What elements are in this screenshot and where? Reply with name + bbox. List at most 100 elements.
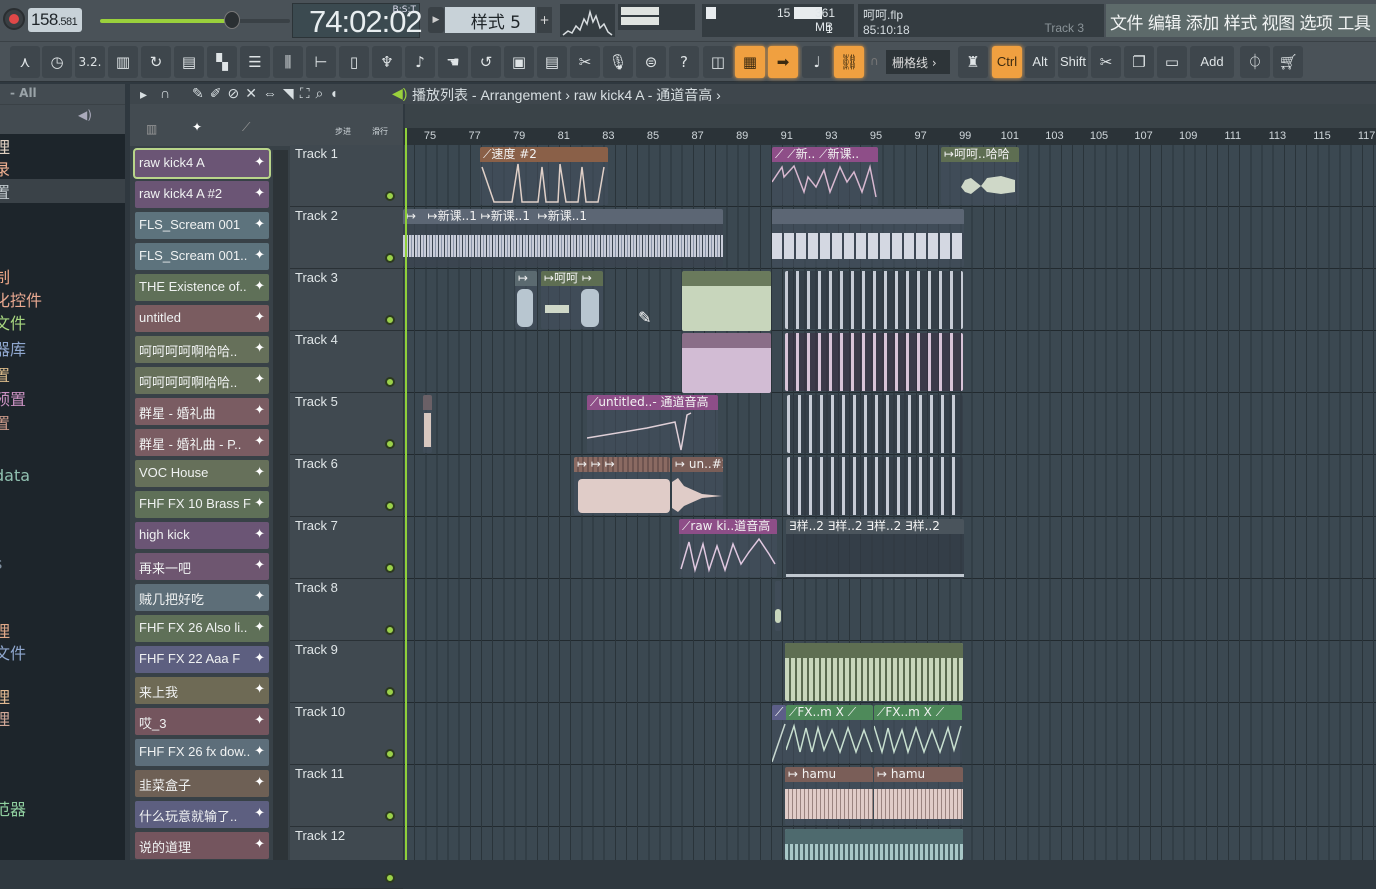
browser-icon[interactable]: ⊢ <box>306 46 336 78</box>
browser-item[interactable]: 制 <box>0 264 10 288</box>
clip-audio[interactable]: ↦呵呵 ↦ <box>541 271 603 329</box>
speaker-icon[interactable]: ◀) <box>78 108 92 122</box>
browser-item[interactable]: 化控件 <box>0 287 42 311</box>
browser-item[interactable]: 文件 <box>0 310 26 334</box>
track-header[interactable]: Track 10 <box>290 703 403 765</box>
channel-button[interactable]: 群星 - 婚礼曲 - P.. ✦ <box>135 429 269 456</box>
browser-item[interactable]: 器库 <box>0 336 26 360</box>
timeline-ruler[interactable]: 75 77 79 81 83 85 87 89 91 93 95 97 99 101 103 105 107 10… <box>403 128 1376 145</box>
channel-button[interactable]: FHF FX 26 Also li.. ✦ <box>135 615 269 642</box>
track-header[interactable]: Track 12 <box>290 827 403 889</box>
track-header[interactable]: Track 6 <box>290 455 403 517</box>
browser-item[interactable]: 置 <box>0 410 10 434</box>
snap-selector[interactable]: 栅格线 › <box>886 50 950 74</box>
master-volume-slider[interactable] <box>100 11 290 29</box>
link-icon[interactable]: ⛓ <box>834 46 864 78</box>
browser-item[interactable]: 范器 <box>0 796 26 820</box>
channel-button[interactable]: 呵呵呵呵啊哈哈.. ✦ <box>135 367 269 394</box>
snap-line-icon[interactable]: ⏀ <box>1240 46 1270 78</box>
channel-button[interactable]: FHF FX 22 Aaa F ✦ <box>135 646 269 673</box>
channel-button[interactable]: untitled ✦ <box>135 305 269 332</box>
browser-item[interactable]: 置 <box>0 362 10 386</box>
channel-button[interactable]: 韭菜盒子 ✦ <box>135 770 269 797</box>
channel-button[interactable]: raw kick4 A ✦ <box>133 148 271 179</box>
playlist-overview-scrollbar[interactable] <box>405 104 1376 128</box>
layout-icon[interactable]: ◫ <box>703 46 733 78</box>
channel-rack-icon[interactable]: ☰ <box>240 46 270 78</box>
track-header[interactable]: Track 2 <box>290 207 403 269</box>
shift-button[interactable]: Shift <box>1058 46 1088 78</box>
track-header[interactable]: Track 1 <box>290 145 403 207</box>
pattern-selector[interactable]: 样式 5 <box>445 7 535 33</box>
play-arrow-icon[interactable]: ▸ <box>140 86 147 103</box>
tempo-field[interactable]: 158.581 <box>28 8 82 32</box>
clip-pattern[interactable]: ∃样..2 ∃样..2 ∃样..2 ∃样..2 <box>786 519 964 579</box>
channel-button[interactable]: 再来一吧 ✦ <box>135 553 269 580</box>
knob-icon[interactable]: ♜ <box>958 46 988 78</box>
touch-icon[interactable]: ☚ <box>438 46 468 78</box>
clip-audio[interactable]: ↦ ↦ ↦ <box>574 457 670 515</box>
record-button[interactable] <box>3 8 25 30</box>
magnet-icon[interactable]: ∩ <box>160 85 170 101</box>
browser-item[interactable]: 录 <box>0 156 10 180</box>
clip-audio[interactable] <box>423 395 432 453</box>
playlist-lanes[interactable]: ⟋速度 #2 ⟋ ⟋新.. ⟋新课.. ↦呵呵..哈哈 ↦ ↦新课..1 ↦新课… <box>403 145 1376 860</box>
track-enable-led[interactable] <box>385 501 395 511</box>
breadcrumb[interactable]: 播放列表 - Arrangement › raw kick4 A - 通道音高 … <box>412 85 721 105</box>
clip-automation[interactable]: ⟋raw ki..道音高 <box>679 519 777 577</box>
playlist-icon[interactable]: ▤ <box>174 46 204 78</box>
save-icon[interactable]: ▣ <box>504 46 534 78</box>
audio-tab-icon[interactable]: ✦ <box>192 120 202 134</box>
clip-audio[interactable] <box>787 395 963 453</box>
track-enable-led[interactable] <box>385 811 395 821</box>
playhead-marker[interactable] <box>405 128 407 860</box>
picker-scrollbar[interactable] <box>273 150 288 860</box>
slide-label[interactable]: 滑行 <box>372 126 388 137</box>
add-button[interactable]: Add <box>1190 46 1234 78</box>
slider-knob[interactable] <box>224 11 240 29</box>
plugin-icon[interactable]: ♆ <box>372 46 402 78</box>
track-enable-led[interactable] <box>385 625 395 635</box>
piano-icon[interactable]: ▦ <box>735 46 765 78</box>
clip-automation[interactable]: ⟋untitled..- 通道音高 <box>587 395 718 453</box>
playlist-tools-icons[interactable]: ✎✐⊘✕⇔◥⛶⌕◖ <box>192 85 344 102</box>
channel-button[interactable]: 哎_3 ✦ <box>135 708 269 735</box>
clip-audio[interactable] <box>775 581 781 631</box>
channel-button[interactable]: FHF FX 26 fx dow.. ✦ <box>135 739 269 766</box>
channel-button[interactable]: 呵呵呵呵啊哈哈.. ✦ <box>135 336 269 363</box>
render-icon[interactable]: ▤ <box>537 46 567 78</box>
track-header[interactable]: Track 9 <box>290 641 403 703</box>
speaker-icon[interactable]: ◀) <box>392 85 407 102</box>
track-enable-led[interactable] <box>385 563 395 573</box>
track-header[interactable]: Track 8 <box>290 579 403 641</box>
mixer-icon[interactable]: ⫼ <box>273 46 303 78</box>
track-header[interactable]: Track 5 <box>290 393 403 455</box>
track-enable-led[interactable] <box>385 687 395 697</box>
clip-audio[interactable]: ↦ hamu <box>785 767 873 825</box>
track-enable-led[interactable] <box>385 439 395 449</box>
clip-automation[interactable]: ⟋FX..m X ⟋ <box>786 705 873 763</box>
mic-icon[interactable]: 🎙︎ <box>603 46 633 78</box>
ctrl-button[interactable]: Ctrl <box>992 46 1022 78</box>
channel-button[interactable]: 什么玩意就输了.. ✦ <box>135 801 269 828</box>
cut-icon[interactable]: ✂ <box>1091 46 1121 78</box>
browser-item[interactable]: data <box>0 466 30 485</box>
clip-audio[interactable]: ↦ <box>515 271 537 329</box>
track-enable-led[interactable] <box>385 749 395 759</box>
step-label[interactable]: 步进 <box>335 126 351 137</box>
help-icon[interactable]: ? <box>669 46 699 78</box>
browser-item[interactable]: 文件 <box>0 640 26 664</box>
channel-button[interactable]: raw kick4 A #2 ✦ <box>135 181 269 208</box>
pattern-arrow-icon[interactable]: ▶ <box>428 7 444 33</box>
channel-button[interactable]: THE Existence of.. ✦ <box>135 274 269 301</box>
countdown-icon[interactable]: 3.2. <box>75 46 105 78</box>
channel-button[interactable]: 贼几把好吃 ✦ <box>135 584 269 611</box>
browser-filter[interactable]: - All <box>0 84 125 104</box>
channel-button[interactable]: 说的道理 ✦ <box>135 832 269 859</box>
track-header[interactable]: Track 7 <box>290 517 403 579</box>
channel-button[interactable]: FLS_Scream 001 ✦ <box>135 212 269 239</box>
browser-item[interactable]: 置 <box>0 179 125 203</box>
clip-automation[interactable]: ⟋ <box>772 705 786 763</box>
clip-audio[interactable] <box>785 829 963 860</box>
alt-button[interactable]: Alt <box>1025 46 1055 78</box>
